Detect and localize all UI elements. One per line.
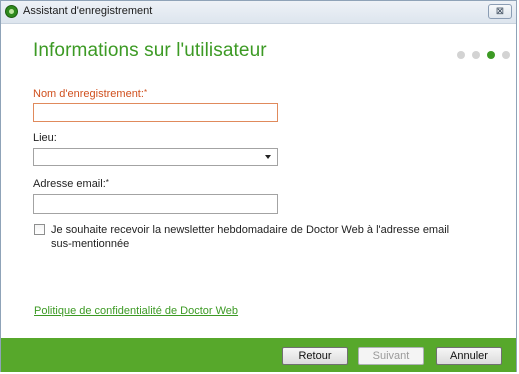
footer-bar: Retour Suivant Annuler — [1, 338, 516, 372]
drweb-spider-icon — [5, 5, 18, 18]
step-dot-3 — [487, 51, 495, 59]
required-mark: * — [105, 178, 109, 187]
registration-name-input[interactable] — [33, 103, 278, 122]
registration-name-label-text: Nom d'enregistrement: — [33, 88, 144, 100]
dropdown-arrow-icon — [265, 155, 271, 159]
registration-name-label: Nom d'enregistrement:* — [33, 88, 147, 100]
newsletter-checkbox[interactable] — [34, 224, 45, 235]
privacy-policy-link[interactable]: Politique de confidentialité de Doctor W… — [34, 305, 238, 317]
registration-wizard-window: Assistant d'enregistrement ⊠ Information… — [0, 0, 517, 372]
location-select[interactable] — [33, 148, 278, 166]
window-title: Assistant d'enregistrement — [23, 5, 153, 17]
back-button[interactable]: Retour — [282, 347, 348, 365]
email-input[interactable] — [33, 194, 278, 214]
next-button[interactable]: Suivant — [358, 347, 424, 365]
step-dot-4 — [502, 51, 510, 59]
title-bar: Assistant d'enregistrement ⊠ — [1, 1, 516, 24]
step-dot-1 — [457, 51, 465, 59]
location-label: Lieu: — [33, 132, 57, 144]
close-button[interactable]: ⊠ — [488, 4, 512, 19]
step-dot-2 — [472, 51, 480, 59]
email-label: Adresse email:* — [33, 178, 109, 190]
page-title: Informations sur l'utilisateur — [33, 40, 267, 61]
cancel-button[interactable]: Annuler — [436, 347, 502, 365]
newsletter-label: Je souhaite recevoir la newsletter hebdo… — [51, 224, 450, 250]
email-label-text: Adresse email: — [33, 178, 106, 190]
required-mark: * — [143, 88, 148, 97]
